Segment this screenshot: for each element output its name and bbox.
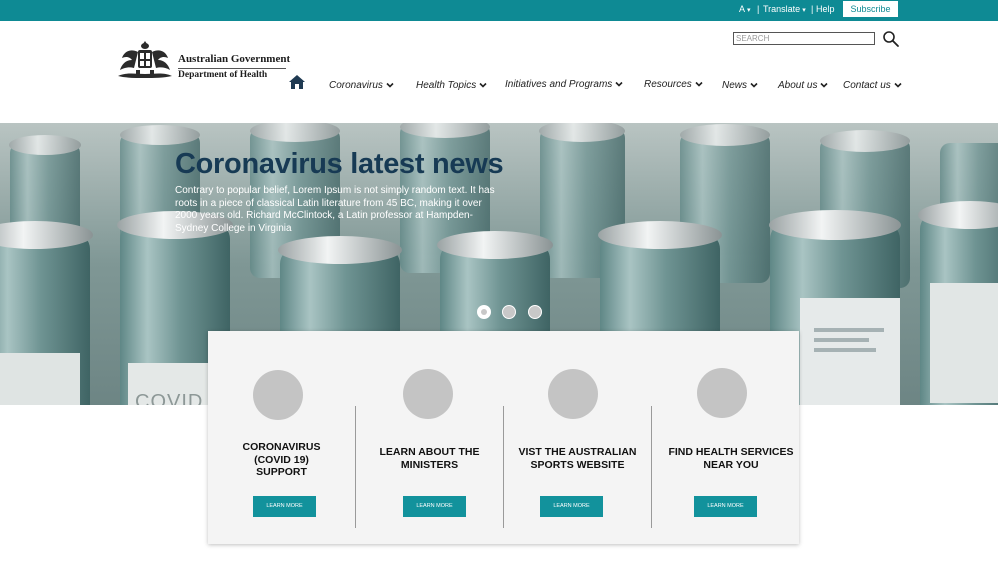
nav-item-contact-us[interactable]: Contact us xyxy=(843,80,902,91)
hero-title: Coronavirus latest news xyxy=(175,148,504,180)
divider xyxy=(178,68,286,69)
chevron-down-icon xyxy=(615,82,623,87)
translate-menu[interactable]: Translate ▾ xyxy=(763,4,806,16)
card-title: LEARN ABOUT THE MINISTERS xyxy=(379,446,480,471)
home-icon[interactable] xyxy=(289,75,305,89)
nav-item-health-topics[interactable]: Health Topics xyxy=(416,80,487,91)
subscribe-button[interactable]: Subscribe xyxy=(843,1,898,17)
nav-item-about-us[interactable]: About us xyxy=(778,80,829,91)
card-title: CORONAVIRUS (COVID 19) SUPPORT xyxy=(242,441,321,478)
chevron-down-icon xyxy=(695,82,703,87)
help-link[interactable]: Help xyxy=(816,4,835,15)
card-sports-website: VIST THE AUSTRALIAN SPORTS WEBSITE LEARN… xyxy=(504,331,651,544)
search-icon[interactable] xyxy=(882,30,900,48)
card-health-services: FIND HEALTH SERVICES NEAR YOU LEARN MORE xyxy=(652,331,799,544)
carousel-dot-2[interactable] xyxy=(502,305,516,319)
card-covid-support: CORONAVIRUS (COVID 19) SUPPORT LEARN MOR… xyxy=(208,331,355,544)
card-title: VIST THE AUSTRALIAN SPORTS WEBSITE xyxy=(518,446,637,471)
utility-bar: A ▾ | Translate ▾ | Help Subscribe xyxy=(0,0,998,21)
learn-more-button[interactable]: LEARN MORE xyxy=(540,496,603,517)
nav-item-coronavirus[interactable]: Coronavirus xyxy=(329,80,394,91)
font-size-toggle[interactable]: A ▾ xyxy=(739,4,751,16)
chevron-down-icon xyxy=(479,83,487,88)
separator: | xyxy=(757,4,760,14)
card-image-placeholder xyxy=(253,370,303,420)
government-logo[interactable]: Australian Government Department of Heal… xyxy=(116,40,291,86)
chevron-down-icon xyxy=(750,83,758,88)
government-name: Australian Government xyxy=(178,53,291,65)
department-name: Department of Health xyxy=(178,70,268,80)
carousel-dot-1[interactable] xyxy=(477,305,491,319)
chevron-down-icon xyxy=(386,83,394,88)
card-image-placeholder xyxy=(403,369,453,419)
card-ministers: LEARN ABOUT THE MINISTERS LEARN MORE xyxy=(356,331,503,544)
nav-item-resources[interactable]: Resources xyxy=(644,79,703,90)
coat-of-arms-icon xyxy=(118,41,172,78)
chevron-down-icon xyxy=(894,83,902,88)
carousel-dot-3[interactable] xyxy=(528,305,542,319)
feature-cards-panel: CORONAVIRUS (COVID 19) SUPPORT LEARN MOR… xyxy=(208,331,799,544)
vial-label: COVID xyxy=(135,391,204,405)
nav-item-news[interactable]: News xyxy=(722,80,758,91)
learn-more-button[interactable]: LEARN MORE xyxy=(403,496,466,517)
chevron-down-icon xyxy=(820,83,829,88)
learn-more-button[interactable]: LEARN MORE xyxy=(694,496,757,517)
search-input[interactable] xyxy=(733,32,875,45)
separator: | xyxy=(811,4,814,14)
hero-description: Contrary to popular belief, Lorem Ipsum … xyxy=(175,185,495,234)
card-title: FIND HEALTH SERVICES NEAR YOU xyxy=(668,446,794,471)
learn-more-button[interactable]: LEARN MORE xyxy=(253,496,316,517)
caret-down-icon: ▾ xyxy=(747,7,751,14)
caret-down-icon: ▾ xyxy=(802,7,806,14)
card-image-placeholder xyxy=(697,368,747,418)
nav-item-initiatives[interactable]: Initiatives and Programs xyxy=(505,79,623,90)
card-image-placeholder xyxy=(548,369,598,419)
